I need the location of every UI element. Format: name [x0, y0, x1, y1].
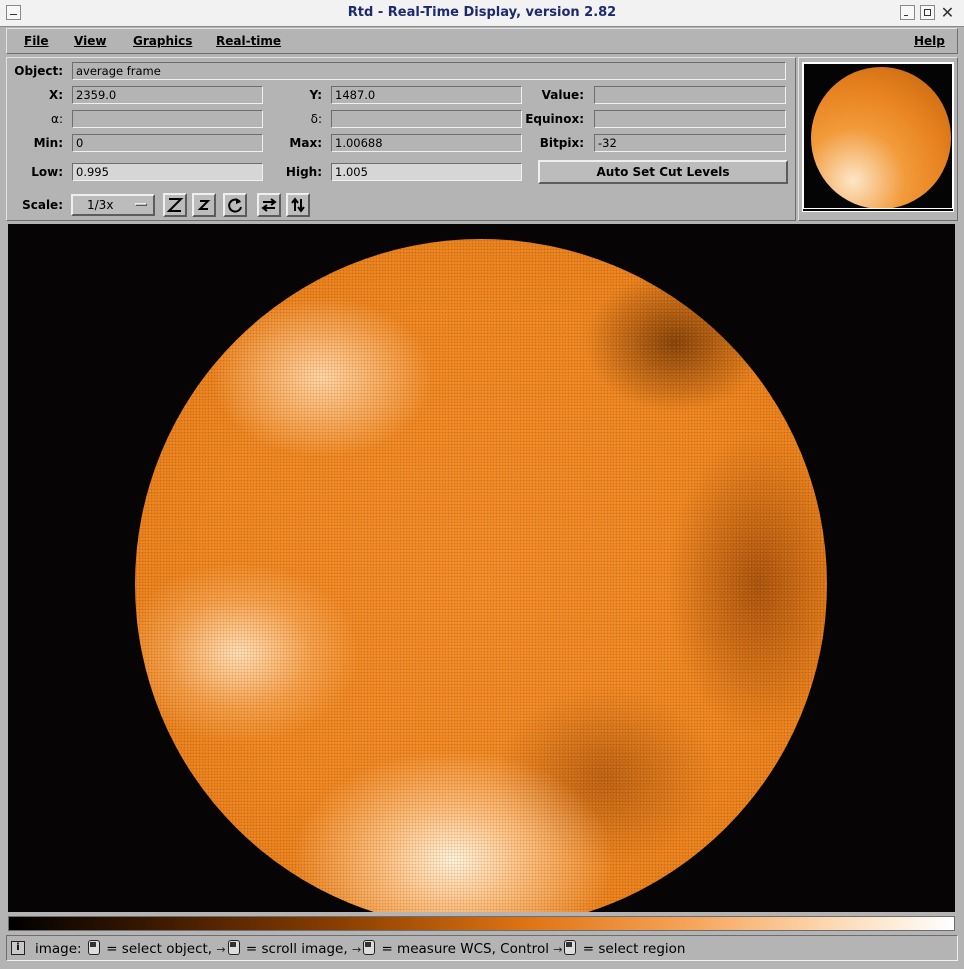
- menu-help[interactable]: Help: [914, 34, 945, 48]
- close-button[interactable]: ✕: [940, 3, 955, 22]
- min-field: 0: [72, 134, 263, 152]
- max-label: Max:: [289, 136, 322, 150]
- window-title: Rtd - Real-Time Display, version 2.82: [347, 5, 617, 20]
- arrow-icon: →: [351, 943, 362, 956]
- equinox-field: [594, 110, 786, 128]
- mouse-button1-control-icon: [564, 940, 577, 955]
- alpha-field: [72, 110, 263, 128]
- zoom-in-icon: [166, 198, 184, 212]
- value-label: Value:: [541, 88, 584, 102]
- arrow-icon: →: [553, 943, 563, 956]
- info-icon: i: [11, 941, 25, 955]
- flip-y-button[interactable]: [286, 193, 310, 217]
- rotate-button[interactable]: [223, 193, 247, 217]
- auto-set-cut-levels-button[interactable]: Auto Set Cut Levels: [538, 160, 788, 184]
- mouse-button1-icon: [87, 940, 100, 955]
- value-field: [594, 86, 786, 104]
- low-input[interactable]: 0.995: [72, 163, 263, 181]
- x-field: 2359.0: [72, 86, 263, 104]
- menu-file[interactable]: File: [24, 34, 49, 48]
- colorbar[interactable]: [8, 916, 955, 931]
- menu-bar: File View Graphics Real-time Help: [6, 28, 958, 54]
- rotate-icon: [228, 198, 242, 213]
- title-bar: Rtd - Real-Time Display, version 2.82 ✕: [0, 0, 964, 27]
- min-label: Min:: [33, 136, 63, 150]
- maximize-button[interactable]: [920, 5, 935, 20]
- flip-x-button[interactable]: [257, 193, 281, 217]
- menu-realtime[interactable]: Real-time: [216, 34, 281, 48]
- low-label: Low:: [31, 165, 63, 179]
- scale-value: 1/3x: [87, 198, 114, 212]
- pan-window: [798, 57, 958, 221]
- image-canvas[interactable]: [8, 224, 955, 912]
- pan-canvas[interactable]: [802, 62, 954, 212]
- minimize-button[interactable]: [900, 5, 915, 20]
- bitpix-field: -32: [594, 134, 786, 152]
- high-input[interactable]: 1.005: [331, 163, 522, 181]
- high-label: High:: [285, 165, 322, 179]
- x-label: X:: [48, 88, 63, 102]
- equinox-label: Equinox:: [525, 112, 584, 126]
- alpha-label: α:: [51, 112, 63, 126]
- arrow-icon: →: [216, 943, 226, 956]
- menu-graphics[interactable]: Graphics: [133, 34, 192, 48]
- mouse-button1-drag-icon: [227, 940, 240, 955]
- bitpix-label: Bitpix:: [539, 136, 584, 150]
- zoom-in-button[interactable]: [163, 193, 187, 217]
- delta-label: δ:: [310, 112, 322, 126]
- delta-field: [331, 110, 522, 128]
- flip-y-icon: [291, 197, 305, 213]
- menu-view[interactable]: View: [74, 34, 106, 48]
- zoom-out-icon: [197, 200, 211, 210]
- scale-label: Scale:: [22, 198, 63, 212]
- max-field: 1.00688: [331, 134, 522, 152]
- info-panel: Object: average frame X: 2359.0 Y: 1487.…: [6, 57, 796, 221]
- close-icon: ✕: [940, 3, 955, 22]
- pan-viewport-box[interactable]: [803, 63, 953, 209]
- y-field: 1487.0: [331, 86, 522, 104]
- flip-x-icon: [261, 198, 277, 212]
- image-noise-texture: [135, 239, 827, 912]
- status-bar: i image: = select object, → = scroll ima…: [6, 935, 958, 961]
- status-text: image: = select object, → = scroll image…: [35, 940, 686, 957]
- object-field: average frame: [72, 62, 786, 80]
- object-label: Object:: [14, 64, 63, 78]
- option-menu-indicator-icon: [135, 203, 147, 206]
- zoom-out-button[interactable]: [192, 193, 216, 217]
- scale-menu[interactable]: 1/3x: [71, 194, 155, 216]
- y-label: Y:: [309, 88, 322, 102]
- mouse-button2-drag-icon: [363, 940, 376, 955]
